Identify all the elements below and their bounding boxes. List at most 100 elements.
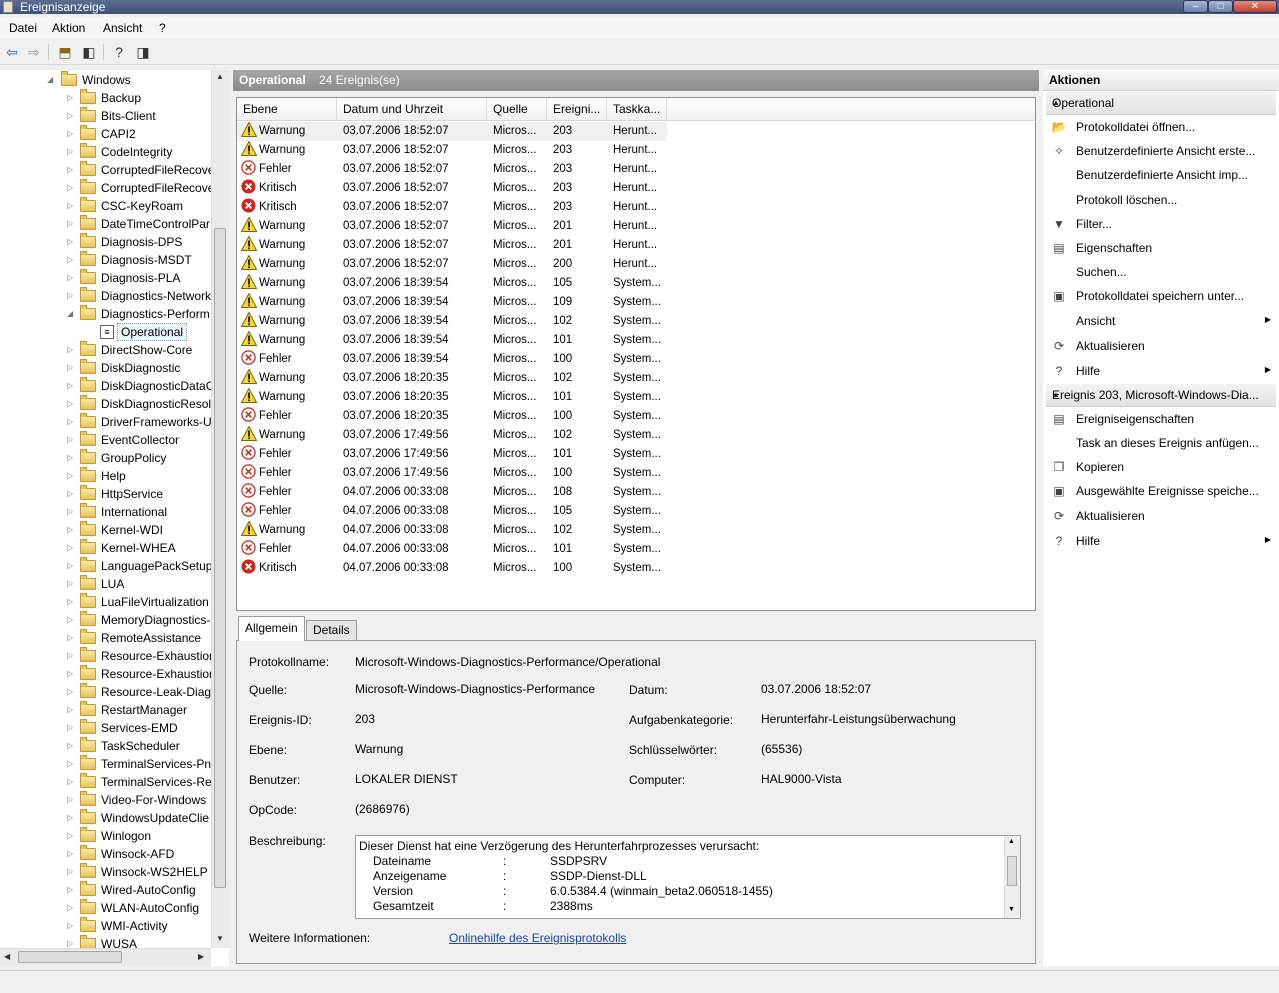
- column-event-id[interactable]: Ereigni...: [547, 98, 607, 120]
- expand-arrow-icon[interactable]: ▷: [67, 539, 73, 557]
- menu-ansicht[interactable]: Ansicht: [103, 21, 142, 35]
- show-hide-tree-icon[interactable]: ◧: [80, 43, 98, 61]
- description-box[interactable]: Dieser Dienst hat eine Verzögerung des H…: [355, 835, 1021, 919]
- tree-item[interactable]: ▷ LanguagePackSetup: [0, 557, 212, 575]
- action-protokolldatei-speichern-unter[interactable]: ▣ Protokolldatei speichern unter...: [1046, 285, 1276, 307]
- tree-item[interactable]: ▷ Resource-Exhaustion: [0, 665, 216, 683]
- help-icon[interactable]: ?: [110, 43, 128, 61]
- table-row[interactable]: Warnung 03.07.2006 17:49:56 Micros... 10…: [237, 425, 667, 445]
- close-button[interactable]: ✕: [1233, 0, 1277, 13]
- tree-item[interactable]: ▷ Help: [0, 467, 210, 485]
- tree-item[interactable]: ▷ Kernel-WDI: [0, 521, 210, 539]
- scroll-up-icon[interactable]: ▲: [1008, 838, 1015, 845]
- tree-item[interactable]: ▷ LUA: [0, 575, 210, 593]
- scroll-left-icon[interactable]: ◀: [4, 952, 10, 961]
- expand-arrow-icon[interactable]: ▷: [67, 845, 73, 863]
- column-date[interactable]: Datum und Uhrzeit: [337, 98, 487, 120]
- tree-item-windows[interactable]: ◢ Windows: [0, 71, 210, 89]
- table-row[interactable]: Warnung 03.07.2006 18:52:07 Micros... 20…: [237, 216, 667, 236]
- table-row[interactable]: Warnung 04.07.2006 00:33:08 Micros... 10…: [237, 520, 667, 540]
- tree-item[interactable]: ▷ Services-EMD: [0, 719, 210, 737]
- tree-item[interactable]: ▷ Video-For-Windows: [0, 791, 210, 809]
- menu-datei[interactable]: Datei: [9, 21, 37, 35]
- tree-item[interactable]: ▷ TaskScheduler: [0, 737, 210, 755]
- tree-item[interactable]: ▷ CAPI2: [0, 125, 210, 143]
- back-icon[interactable]: ⇦: [3, 43, 21, 61]
- expand-arrow-icon[interactable]: ▷: [67, 881, 73, 899]
- tree-item[interactable]: ▷ Winsock-AFD: [0, 845, 210, 863]
- expand-arrow-icon[interactable]: ▷: [67, 143, 73, 161]
- tree-item[interactable]: ▷ DriverFrameworks-U: [0, 413, 212, 431]
- action-protokolldatei-öffnen[interactable]: 📂 Protokolldatei öffnen...: [1046, 116, 1276, 138]
- tree-item[interactable]: ▷ TerminalServices-Pn: [0, 755, 211, 773]
- table-row[interactable]: Warnung 03.07.2006 18:39:54 Micros... 10…: [237, 311, 667, 331]
- tree-item[interactable]: ▷ Backup: [0, 89, 210, 107]
- expand-arrow-icon[interactable]: ▷: [67, 827, 73, 845]
- expand-arrow-icon[interactable]: ▷: [67, 629, 73, 647]
- tree-item[interactable]: ▷ DirectShow-Core: [0, 341, 210, 359]
- expand-arrow-icon[interactable]: ▷: [67, 161, 73, 179]
- description-scrollbar[interactable]: ▲ ▼: [1004, 836, 1020, 918]
- expand-arrow-icon[interactable]: ▷: [67, 809, 73, 827]
- expand-arrow-icon[interactable]: ▷: [67, 575, 73, 593]
- tree-item[interactable]: ▷ TerminalServices-Re: [0, 773, 212, 791]
- expand-arrow-icon[interactable]: ▷: [67, 467, 73, 485]
- tree-item[interactable]: ▷ CodeIntegrity: [0, 143, 210, 161]
- actions-section-event[interactable]: Ereignis 203, Microsoft-Windows-Dia... ▲: [1046, 384, 1276, 407]
- tree-item[interactable]: ▷ CorruptedFileRecove: [0, 161, 214, 179]
- tree-item[interactable]: ▷ Resource-Exhaustion: [0, 647, 216, 665]
- table-row[interactable]: Warnung 03.07.2006 18:39:54 Micros... 10…: [237, 330, 667, 350]
- tree-item[interactable]: ▷ DiskDiagnosticResol: [0, 395, 211, 413]
- action-hilfe[interactable]: ? Hilfe ▶: [1046, 360, 1276, 382]
- scroll-up-icon[interactable]: ▲: [216, 72, 224, 81]
- menu-aktion[interactable]: Aktion: [52, 21, 85, 35]
- table-row[interactable]: Kritisch 04.07.2006 00:33:08 Micros... 1…: [237, 559, 667, 578]
- tree-vertical-scrollbar[interactable]: ▲ ▼: [211, 70, 229, 948]
- expand-arrow-icon[interactable]: ▷: [67, 791, 73, 809]
- tree-item[interactable]: ▷ RemoteAssistance: [0, 629, 210, 647]
- column-source[interactable]: Quelle: [487, 98, 547, 120]
- action-benutzerdefinierte-ansicht-imp[interactable]: Benutzerdefinierte Ansicht imp...: [1046, 164, 1276, 186]
- table-row[interactable]: Warnung 03.07.2006 18:52:07 Micros... 20…: [237, 235, 667, 255]
- tree-item[interactable]: ▷ MemoryDiagnostics-: [0, 611, 210, 629]
- expand-arrow-icon[interactable]: ▷: [67, 737, 73, 755]
- scrollbar-thumb[interactable]: [18, 951, 122, 963]
- expand-arrow-icon[interactable]: ▷: [67, 125, 73, 143]
- expand-arrow-icon[interactable]: ▷: [67, 773, 73, 791]
- expand-arrow-icon[interactable]: ▷: [67, 593, 73, 611]
- expand-arrow-icon[interactable]: ▷: [67, 197, 73, 215]
- action-protokoll-löschen[interactable]: Protokoll löschen...: [1046, 189, 1276, 211]
- action-benutzerdefinierte-ansicht-erste[interactable]: ✧ Benutzerdefinierte Ansicht erste...: [1046, 140, 1276, 162]
- expand-arrow-icon[interactable]: ▷: [67, 377, 73, 395]
- expand-arrow-icon[interactable]: ▷: [67, 485, 73, 503]
- tree-item[interactable]: ▷ DateTimeControlPar: [0, 215, 210, 233]
- expand-arrow-icon[interactable]: ▷: [67, 179, 73, 197]
- tree-item[interactable]: ▷ Diagnosis-PLA: [0, 269, 210, 287]
- expand-arrow-icon[interactable]: ▷: [67, 503, 73, 521]
- expand-arrow-icon[interactable]: ▷: [67, 287, 73, 305]
- collapse-icon[interactable]: ▲: [1052, 98, 1272, 107]
- tree-item[interactable]: ▷ Diagnostics-Network: [0, 287, 211, 305]
- collapse-arrow-icon[interactable]: ◢: [47, 71, 53, 89]
- folder-up-icon[interactable]: ⬒: [56, 43, 74, 61]
- tree-item[interactable]: ▷ CorruptedFileRecove: [0, 179, 214, 197]
- action-hilfe[interactable]: ? Hilfe ▶: [1046, 530, 1276, 552]
- minimize-button[interactable]: –: [1183, 0, 1208, 13]
- expand-arrow-icon[interactable]: ▷: [67, 251, 73, 269]
- table-row[interactable]: Kritisch 03.07.2006 18:52:07 Micros... 2…: [237, 179, 667, 198]
- tree-item[interactable]: ▷ Resource-Leak-Diagr: [0, 683, 215, 701]
- maximize-button[interactable]: □: [1208, 0, 1233, 13]
- tree-item[interactable]: ▷ International: [0, 503, 210, 521]
- table-row[interactable]: Fehler 04.07.2006 00:33:08 Micros... 105…: [237, 502, 667, 521]
- table-row[interactable]: Fehler 03.07.2006 18:20:35 Micros... 100…: [237, 407, 667, 426]
- menu-help[interactable]: ?: [159, 21, 166, 35]
- expand-arrow-icon[interactable]: ▷: [67, 341, 73, 359]
- tree-item[interactable]: ▷ GroupPolicy: [0, 449, 210, 467]
- expand-arrow-icon[interactable]: ▷: [67, 521, 73, 539]
- scroll-down-icon[interactable]: ▼: [1008, 906, 1015, 913]
- tree-item[interactable]: ▷ Winsock-WS2HELP: [0, 863, 210, 881]
- tree-item[interactable]: ▷ Diagnosis-MSDT: [0, 251, 210, 269]
- action-aktualisieren[interactable]: ⟳ Aktualisieren: [1046, 335, 1276, 357]
- expand-arrow-icon[interactable]: ▷: [67, 449, 73, 467]
- table-row[interactable]: Warnung 03.07.2006 18:52:07 Micros... 20…: [237, 140, 667, 160]
